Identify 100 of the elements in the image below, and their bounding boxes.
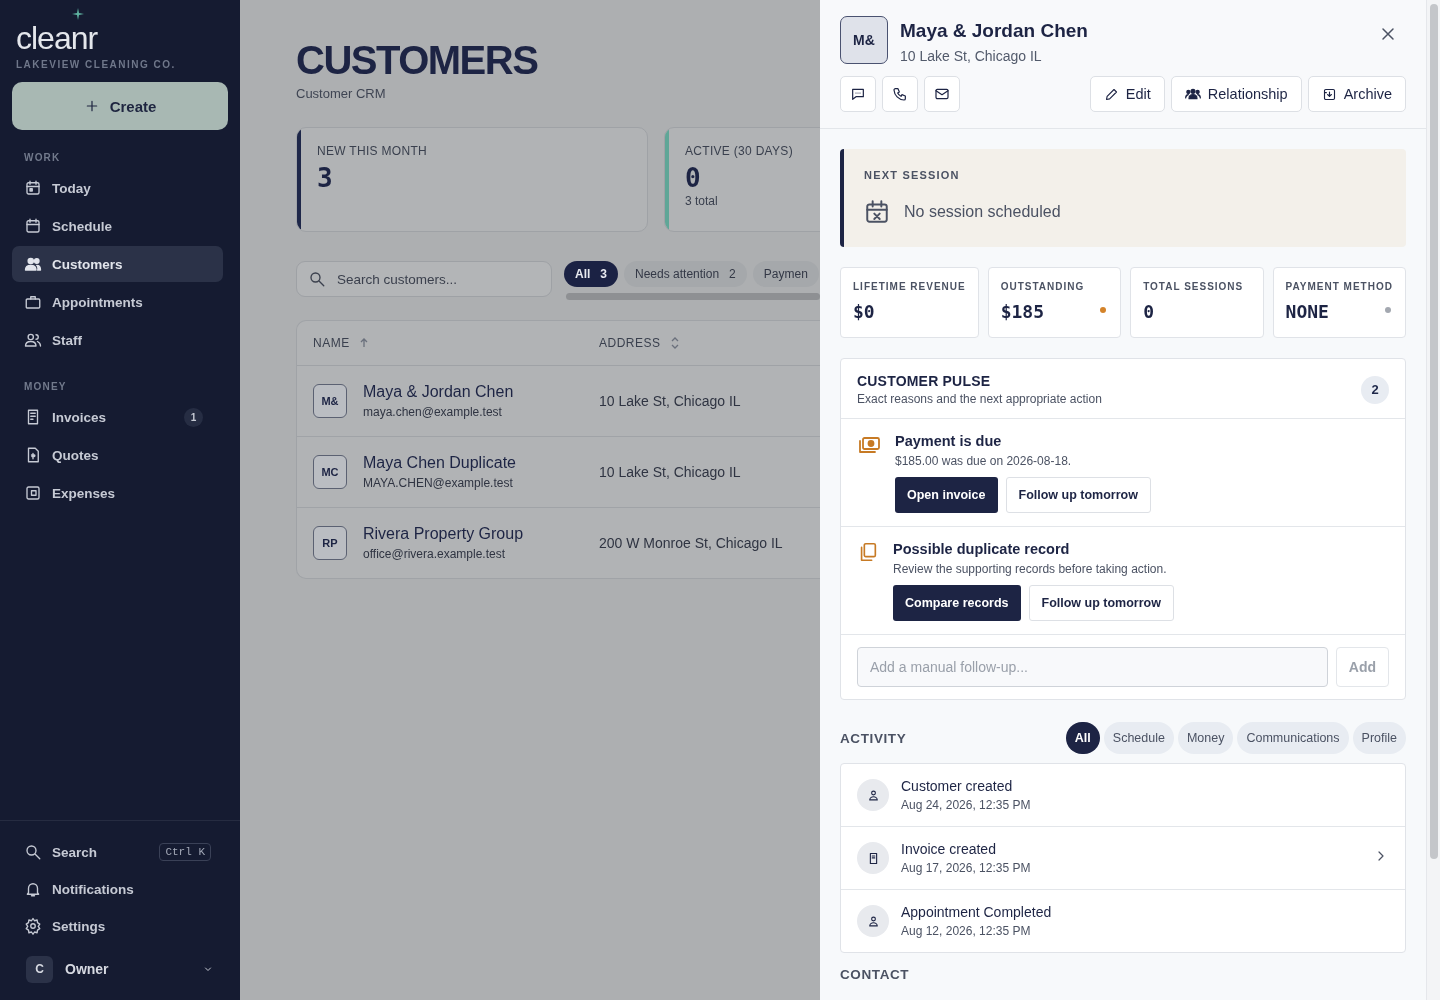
section-label: WORK [23, 151, 62, 165]
metric-label: LIFETIME REVENUE [853, 281, 966, 292]
section-title: CONTACT [840, 967, 911, 982]
people-icon [24, 331, 42, 349]
count-badge: 1 [184, 407, 203, 427]
follow-up-button[interactable]: Follow up tomorrow [1005, 477, 1151, 513]
card-title: CUSTOMER PULSE [857, 373, 992, 389]
action-button[interactable]: Archive [1307, 76, 1406, 112]
search-icon [24, 843, 42, 861]
nav-item[interactable]: Notifications [12, 871, 223, 907]
filter-chip[interactable]: Money [1177, 722, 1234, 754]
scrollbar[interactable] [566, 293, 820, 300]
filter-chip[interactable]: All 3 [564, 261, 619, 287]
column-header[interactable]: NAME [297, 336, 599, 350]
event-title: Customer created [901, 778, 1014, 794]
logo: cleanr [16, 19, 99, 57]
customer-name: Maya & Jordan Chen [900, 20, 1088, 42]
user-menu[interactable]: C Owner [20, 954, 220, 984]
shortcut-hint: Ctrl K [159, 843, 211, 861]
people-icon [24, 255, 42, 273]
count-badge: 2 [1361, 375, 1389, 404]
filter-chip[interactable]: Paymen [752, 261, 819, 287]
nav-item[interactable]: Search Ctrl K [12, 834, 223, 870]
nav-item[interactable]: Today [12, 170, 223, 206]
nav-item[interactable]: Staff [12, 322, 223, 358]
customer-name[interactable]: Rivera Property Group [363, 525, 524, 543]
table-cell: 10 Lake St, Chicago IL [599, 464, 741, 480]
filter-chip[interactable]: Profile [1352, 722, 1406, 754]
call-button[interactable] [882, 76, 918, 112]
message-button[interactable] [840, 76, 876, 112]
calendar-icon [24, 179, 42, 197]
metric-label: PAYMENT METHOD [1285, 281, 1393, 292]
metric-value: $185 [1000, 301, 1046, 322]
nav-item[interactable]: Customers [12, 246, 223, 282]
avatar: C [26, 955, 53, 983]
customer-email: maya.chen@example.test [363, 405, 503, 419]
alert-text: $185.00 was due on 2026-08-18. [895, 454, 1073, 468]
sparkle-icon [72, 8, 84, 20]
table-cell: 10 Lake St, Chicago IL [599, 393, 741, 409]
archive-icon [1321, 86, 1337, 102]
page-subtitle: Customer CRM [296, 86, 387, 101]
customer-address: 10 Lake St, Chicago IL [900, 48, 1043, 64]
filter-chip[interactable]: Needs attention 2 [624, 261, 747, 287]
email-button[interactable] [924, 76, 960, 112]
card-subtitle: Exact reasons and the next appropriate action [857, 392, 1102, 406]
customer-email: MAYA.CHEN@example.test [363, 476, 514, 490]
bell-icon [24, 880, 42, 898]
section-title: ACTIVITY [840, 730, 907, 746]
customer-name[interactable]: Maya Chen Duplicate [363, 454, 516, 472]
action-button[interactable]: Edit [1089, 76, 1165, 112]
wallet-icon [24, 484, 42, 502]
metric-label: TOTAL SESSIONS [1143, 281, 1245, 292]
pencil-icon [1103, 86, 1119, 102]
customer-email: office@rivera.example.test [363, 547, 507, 561]
card-title: NEXT SESSION [864, 169, 961, 181]
session-status: No session scheduled [904, 203, 1061, 221]
filter-chip[interactable]: Communications [1237, 722, 1349, 754]
calendar-x-icon [864, 199, 890, 225]
metric-value: $0 [853, 301, 876, 322]
avatar: MC [313, 455, 347, 489]
nav-item[interactable]: Quotes [12, 437, 223, 473]
follow-up-button[interactable]: Follow up tomorrow [1028, 585, 1174, 621]
stat-value: 3 [317, 164, 334, 192]
stat-label: ACTIVE (30 DAYS) [685, 144, 793, 158]
filter-chip[interactable]: All [1065, 722, 1100, 754]
search-field[interactable]: Search customers... [296, 261, 552, 297]
alert-title: Payment is due [895, 433, 1003, 449]
stat-label: NEW THIS MONTH [317, 144, 427, 158]
stat-value: 0 [685, 164, 702, 192]
metric-label: OUTSTANDING [1000, 281, 1086, 292]
filter-chip[interactable]: Schedule [1103, 722, 1174, 754]
avatar: RP [313, 526, 347, 560]
primary-button[interactable]: Open invoice [895, 477, 998, 513]
avatar: M& [840, 16, 888, 64]
event-title: Appointment Completed [901, 904, 1052, 920]
nav-item[interactable]: Schedule [12, 208, 223, 244]
mail-icon [934, 86, 950, 102]
column-header[interactable]: ADDRESS [599, 336, 681, 350]
nav-item[interactable]: Invoices 1 [12, 399, 223, 435]
event-time: Aug 24, 2026, 12:35 PM [901, 798, 1031, 812]
scrollbar[interactable] [1426, 0, 1440, 1000]
phone-icon [892, 86, 908, 102]
nav-item[interactable]: Settings [12, 908, 223, 944]
nav-item[interactable]: Appointments [12, 284, 223, 320]
create-button[interactable]: Create [12, 82, 228, 130]
avatar: M& [313, 384, 347, 418]
metric-value: NONE [1285, 301, 1330, 322]
follow-up-field[interactable]: Add a manual follow-up... [857, 647, 1328, 687]
settings-icon [24, 917, 42, 935]
nav-item[interactable]: Expenses [12, 475, 223, 511]
event-title: Invoice created [901, 841, 997, 857]
people-icon [1184, 86, 1201, 102]
customer-name[interactable]: Maya & Jordan Chen [363, 383, 514, 401]
event-time: Aug 12, 2026, 12:35 PM [901, 924, 1032, 938]
briefcase-icon [24, 293, 42, 311]
action-button[interactable]: Relationship [1170, 76, 1302, 112]
chat-icon [850, 86, 866, 102]
section-label: MONEY [23, 380, 68, 394]
calendar-icon [24, 217, 42, 235]
primary-button[interactable]: Compare records [893, 585, 1021, 621]
